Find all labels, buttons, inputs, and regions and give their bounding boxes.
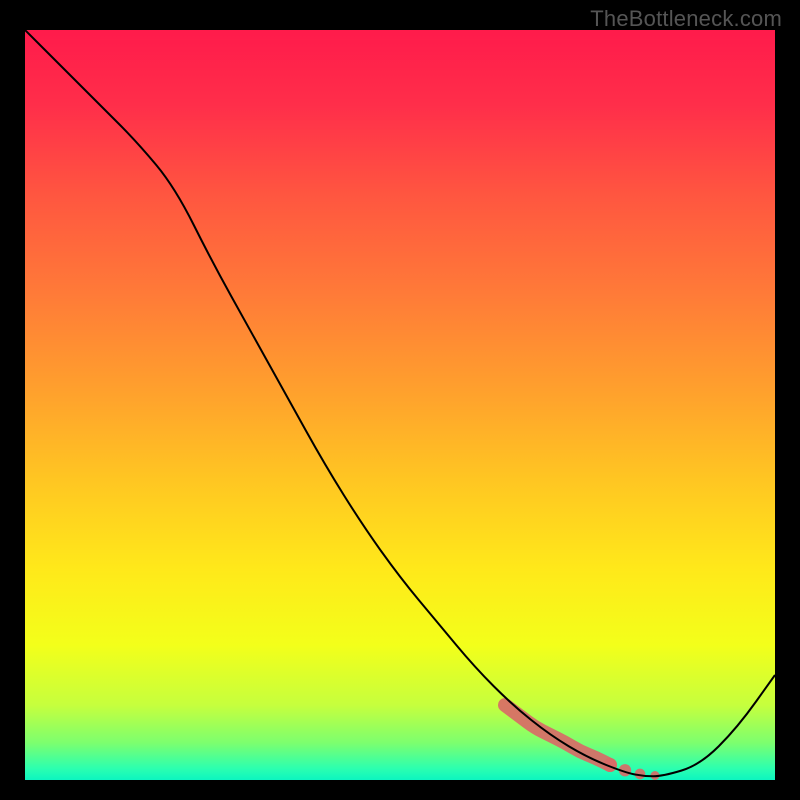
chart-svg	[25, 30, 775, 780]
chart-container: TheBottleneck.com	[0, 0, 800, 800]
plot-area	[25, 30, 775, 780]
watermark-label: TheBottleneck.com	[590, 6, 782, 32]
